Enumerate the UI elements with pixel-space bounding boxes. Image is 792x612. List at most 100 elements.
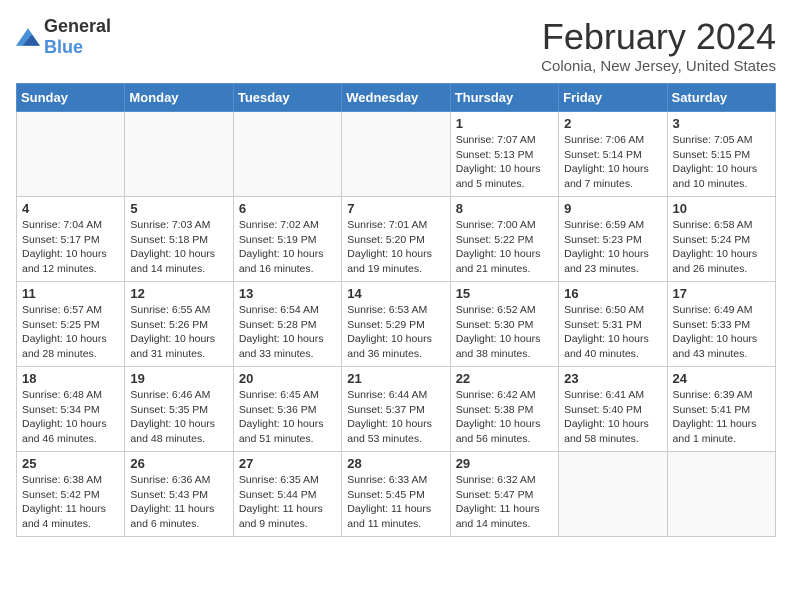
calendar-cell: 10 Sunrise: 6:58 AM Sunset: 5:24 PM Dayli…	[667, 197, 775, 282]
calendar-cell: 19 Sunrise: 6:46 AM Sunset: 5:35 PM Dayli…	[125, 367, 233, 452]
day-info: Sunrise: 7:07 AM Sunset: 5:13 PM Dayligh…	[456, 133, 553, 192]
calendar-cell: 25 Sunrise: 6:38 AM Sunset: 5:42 PM Dayli…	[17, 452, 125, 537]
day-number: 3	[673, 116, 770, 131]
day-number: 5	[130, 201, 227, 216]
day-info: Sunrise: 7:02 AM Sunset: 5:19 PM Dayligh…	[239, 218, 336, 277]
day-number: 7	[347, 201, 444, 216]
day-number: 23	[564, 371, 661, 386]
day-info: Sunrise: 6:58 AM Sunset: 5:24 PM Dayligh…	[673, 218, 770, 277]
calendar-cell: 6 Sunrise: 7:02 AM Sunset: 5:19 PM Daylig…	[233, 197, 341, 282]
title-block: February 2024 Colonia, New Jersey, Unite…	[541, 16, 776, 75]
calendar-cell: 11 Sunrise: 6:57 AM Sunset: 5:25 PM Dayli…	[17, 282, 125, 367]
calendar-cell: 23Sunrise: 6:41 AM Sunset: 5:40 PM Dayli…	[559, 367, 667, 452]
day-number: 11	[22, 286, 119, 301]
day-number: 15	[456, 286, 553, 301]
location-title: Colonia, New Jersey, United States	[541, 58, 776, 75]
day-info: Sunrise: 6:38 AM Sunset: 5:42 PM Dayligh…	[22, 473, 119, 532]
week-row-2: 11 Sunrise: 6:57 AM Sunset: 5:25 PM Dayli…	[17, 282, 776, 367]
header-saturday: Saturday	[667, 84, 775, 112]
day-info: Sunrise: 6:39 AM Sunset: 5:41 PM Dayligh…	[673, 388, 770, 447]
calendar-cell	[233, 112, 341, 197]
day-number: 8	[456, 201, 553, 216]
calendar-cell: 24 Sunrise: 6:39 AM Sunset: 5:41 PM Dayli…	[667, 367, 775, 452]
day-number: 9	[564, 201, 661, 216]
day-number: 20	[239, 371, 336, 386]
day-info: Sunrise: 6:32 AM Sunset: 5:47 PM Dayligh…	[456, 473, 553, 532]
day-info: Sunrise: 6:35 AM Sunset: 5:44 PM Dayligh…	[239, 473, 336, 532]
day-info: Sunrise: 6:33 AM Sunset: 5:45 PM Dayligh…	[347, 473, 444, 532]
calendar-cell: 1 Sunrise: 7:07 AM Sunset: 5:13 PM Daylig…	[450, 112, 558, 197]
calendar-cell: 14Sunrise: 6:53 AM Sunset: 5:29 PM Dayli…	[342, 282, 450, 367]
calendar-cell: 18 Sunrise: 6:48 AM Sunset: 5:34 PM Dayli…	[17, 367, 125, 452]
day-number: 1	[456, 116, 553, 131]
calendar-cell: 29 Sunrise: 6:32 AM Sunset: 5:47 PM Dayli…	[450, 452, 558, 537]
calendar-cell: 12 Sunrise: 6:55 AM Sunset: 5:26 PM Dayli…	[125, 282, 233, 367]
day-number: 22	[456, 371, 553, 386]
day-number: 16	[564, 286, 661, 301]
calendar-cell: 3 Sunrise: 7:05 AM Sunset: 5:15 PM Daylig…	[667, 112, 775, 197]
day-number: 10	[673, 201, 770, 216]
header-friday: Friday	[559, 84, 667, 112]
day-number: 21	[347, 371, 444, 386]
day-number: 17	[673, 286, 770, 301]
day-number: 6	[239, 201, 336, 216]
calendar-cell: 8Sunrise: 7:00 AM Sunset: 5:22 PM Daylig…	[450, 197, 558, 282]
day-info: Sunrise: 6:44 AM Sunset: 5:37 PM Dayligh…	[347, 388, 444, 447]
calendar-cell: 27Sunrise: 6:35 AM Sunset: 5:44 PM Dayli…	[233, 452, 341, 537]
month-title: February 2024	[541, 16, 776, 58]
calendar-cell	[342, 112, 450, 197]
calendar-cell: 21 Sunrise: 6:44 AM Sunset: 5:37 PM Dayli…	[342, 367, 450, 452]
day-info: Sunrise: 6:36 AM Sunset: 5:43 PM Dayligh…	[130, 473, 227, 532]
header: General Blue February 2024 Colonia, New …	[16, 16, 776, 75]
calendar-cell: 16Sunrise: 6:50 AM Sunset: 5:31 PM Dayli…	[559, 282, 667, 367]
day-number: 29	[456, 456, 553, 471]
logo-text: General Blue	[44, 16, 111, 58]
day-info: Sunrise: 6:54 AM Sunset: 5:28 PM Dayligh…	[239, 303, 336, 362]
day-number: 26	[130, 456, 227, 471]
day-info: Sunrise: 6:46 AM Sunset: 5:35 PM Dayligh…	[130, 388, 227, 447]
calendar-cell	[667, 452, 775, 537]
week-row-4: 25 Sunrise: 6:38 AM Sunset: 5:42 PM Dayli…	[17, 452, 776, 537]
calendar-cell: 15 Sunrise: 6:52 AM Sunset: 5:30 PM Dayli…	[450, 282, 558, 367]
day-number: 13	[239, 286, 336, 301]
day-number: 24	[673, 371, 770, 386]
day-info: Sunrise: 6:52 AM Sunset: 5:30 PM Dayligh…	[456, 303, 553, 362]
day-info: Sunrise: 7:06 AM Sunset: 5:14 PM Dayligh…	[564, 133, 661, 192]
calendar-cell: 17 Sunrise: 6:49 AM Sunset: 5:33 PM Dayli…	[667, 282, 775, 367]
week-row-0: 1 Sunrise: 7:07 AM Sunset: 5:13 PM Daylig…	[17, 112, 776, 197]
calendar-cell: 28Sunrise: 6:33 AM Sunset: 5:45 PM Dayli…	[342, 452, 450, 537]
calendar-cell: 13 Sunrise: 6:54 AM Sunset: 5:28 PM Dayli…	[233, 282, 341, 367]
day-info: Sunrise: 6:42 AM Sunset: 5:38 PM Dayligh…	[456, 388, 553, 447]
calendar-cell: 26 Sunrise: 6:36 AM Sunset: 5:43 PM Dayli…	[125, 452, 233, 537]
header-sunday: Sunday	[17, 84, 125, 112]
calendar-cell: 20Sunrise: 6:45 AM Sunset: 5:36 PM Dayli…	[233, 367, 341, 452]
day-number: 4	[22, 201, 119, 216]
calendar-cell	[559, 452, 667, 537]
day-info: Sunrise: 7:05 AM Sunset: 5:15 PM Dayligh…	[673, 133, 770, 192]
week-row-1: 4Sunrise: 7:04 AM Sunset: 5:17 PM Daylig…	[17, 197, 776, 282]
logo: General Blue	[16, 16, 111, 58]
week-row-3: 18 Sunrise: 6:48 AM Sunset: 5:34 PM Dayli…	[17, 367, 776, 452]
day-number: 19	[130, 371, 227, 386]
day-info: Sunrise: 6:57 AM Sunset: 5:25 PM Dayligh…	[22, 303, 119, 362]
header-tuesday: Tuesday	[233, 84, 341, 112]
day-number: 25	[22, 456, 119, 471]
day-info: Sunrise: 6:48 AM Sunset: 5:34 PM Dayligh…	[22, 388, 119, 447]
calendar-cell: 7Sunrise: 7:01 AM Sunset: 5:20 PM Daylig…	[342, 197, 450, 282]
calendar-cell: 9 Sunrise: 6:59 AM Sunset: 5:23 PM Daylig…	[559, 197, 667, 282]
day-info: Sunrise: 6:55 AM Sunset: 5:26 PM Dayligh…	[130, 303, 227, 362]
day-number: 2	[564, 116, 661, 131]
day-info: Sunrise: 6:49 AM Sunset: 5:33 PM Dayligh…	[673, 303, 770, 362]
logo-icon	[16, 28, 40, 46]
calendar-cell: 2 Sunrise: 7:06 AM Sunset: 5:14 PM Daylig…	[559, 112, 667, 197]
calendar-table: SundayMondayTuesdayWednesdayThursdayFrid…	[16, 83, 776, 537]
header-wednesday: Wednesday	[342, 84, 450, 112]
day-info: Sunrise: 6:59 AM Sunset: 5:23 PM Dayligh…	[564, 218, 661, 277]
calendar-cell: 5Sunrise: 7:03 AM Sunset: 5:18 PM Daylig…	[125, 197, 233, 282]
day-number: 18	[22, 371, 119, 386]
calendar-cell: 4Sunrise: 7:04 AM Sunset: 5:17 PM Daylig…	[17, 197, 125, 282]
header-thursday: Thursday	[450, 84, 558, 112]
calendar-header-row: SundayMondayTuesdayWednesdayThursdayFrid…	[17, 84, 776, 112]
day-number: 12	[130, 286, 227, 301]
logo-blue: Blue	[44, 37, 83, 57]
